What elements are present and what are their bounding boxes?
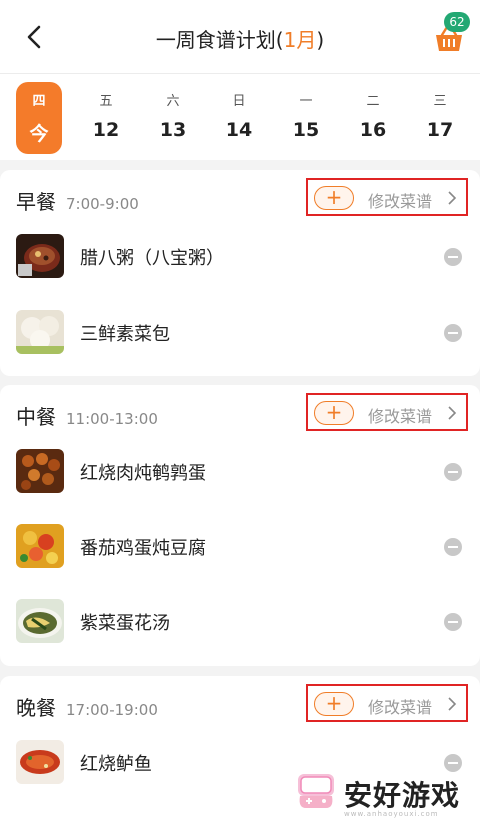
remove-dish-icon[interactable] [444, 248, 462, 266]
day-tab[interactable]: 日 14 [216, 82, 262, 154]
watermark-url: www.anhaoyouxi.com [344, 810, 439, 818]
day-date: 14 [225, 119, 253, 141]
title-month: 1月 [283, 28, 317, 52]
gamepad-logo-icon [298, 774, 334, 808]
dish-row[interactable]: 三鲜素菜包 [0, 302, 480, 362]
dish-row[interactable]: 番茄鸡蛋炖豆腐 [0, 516, 480, 576]
meal-name: 中餐 [16, 405, 56, 429]
watermark-text: 安好游戏 [344, 779, 461, 812]
dish-name: 紫菜蛋花汤 [80, 613, 170, 634]
meal-header: 早餐 7:00-9:00 [16, 186, 139, 216]
day-tab[interactable]: 二 16 [350, 82, 396, 154]
edit-menu-link[interactable]: 修改菜谱 [368, 694, 432, 718]
chevron-right-icon [448, 406, 457, 420]
day-weekday: 六 [166, 94, 180, 109]
day-tab[interactable]: 一 15 [283, 82, 329, 154]
chevron-right-icon [448, 191, 457, 205]
week-day-selector: 四 今 五 12 六 13 日 14 一 15 二 16 三 17 [0, 74, 480, 160]
add-dish-button[interactable]: + [314, 692, 354, 716]
dish-name: 三鲜素菜包 [80, 324, 170, 345]
dish-row[interactable]: 紫菜蛋花汤 [0, 591, 480, 651]
remove-dish-icon[interactable] [444, 538, 462, 556]
day-weekday: 四 [32, 94, 46, 109]
day-weekday: 日 [232, 94, 246, 109]
cart-count-badge: 62 [444, 12, 470, 32]
meal-name: 晚餐 [16, 696, 56, 720]
meal-time: 17:00-19:00 [66, 701, 158, 719]
meal-time: 7:00-9:00 [66, 195, 139, 213]
day-tab[interactable]: 三 17 [417, 82, 463, 154]
day-date: 13 [159, 119, 187, 141]
dish-row[interactable]: 红烧肉炖鹌鹑蛋 [0, 441, 480, 501]
dish-name: 番茄鸡蛋炖豆腐 [80, 538, 206, 559]
braised-pork-thumb [16, 449, 64, 493]
day-tab-today[interactable]: 四 今 [16, 82, 62, 154]
meal-time: 11:00-13:00 [66, 410, 158, 428]
day-weekday: 五 [99, 94, 113, 109]
meal-card-breakfast: 早餐 7:00-9:00 + 修改菜谱 腊八粥（八宝粥） 三鲜素菜包 [0, 170, 480, 376]
remove-dish-icon[interactable] [444, 613, 462, 631]
braised-fish-thumb [16, 740, 64, 784]
dish-name: 腊八粥（八宝粥） [80, 248, 224, 269]
dish-name: 红烧鲈鱼 [80, 754, 152, 775]
day-date: 15 [292, 119, 320, 141]
title-suffix: ) [316, 28, 325, 52]
edit-menu-link[interactable]: 修改菜谱 [368, 188, 432, 212]
dish-row[interactable]: 腊八粥（八宝粥） [0, 226, 480, 286]
day-tab[interactable]: 五 12 [83, 82, 129, 154]
day-tab[interactable]: 六 13 [150, 82, 196, 154]
title-text: 一周食谱计划( [155, 28, 284, 52]
seaweed-soup-thumb [16, 599, 64, 643]
day-weekday: 二 [366, 94, 380, 109]
site-watermark: 安好游戏 www.anhaoyouxi.com [296, 770, 480, 821]
tomato-egg-tofu-thumb [16, 524, 64, 568]
day-date: 12 [92, 119, 120, 141]
page-title: 一周食谱计划(1月) [0, 24, 480, 53]
day-date: 今 [29, 123, 49, 145]
day-date: 17 [426, 119, 454, 141]
steamed-bun-thumb [16, 310, 64, 354]
edit-menu-link[interactable]: 修改菜谱 [368, 403, 432, 427]
chevron-right-icon [448, 697, 457, 711]
day-weekday: 三 [433, 94, 447, 109]
edit-menu-group: + 修改菜谱 [306, 684, 468, 722]
edit-menu-group: + 修改菜谱 [306, 393, 468, 431]
meal-card-lunch: 中餐 11:00-13:00 + 修改菜谱 红烧肉炖鹌鹑蛋 番茄鸡蛋炖豆腐 紫菜蛋… [0, 385, 480, 666]
meal-header: 中餐 11:00-13:00 [16, 401, 158, 431]
congee-dish-thumb [16, 234, 64, 278]
day-date: 16 [359, 119, 387, 141]
top-bar: 一周食谱计划(1月) 62 [0, 0, 480, 74]
meal-header: 晚餐 17:00-19:00 [16, 692, 158, 722]
dish-name: 红烧肉炖鹌鹑蛋 [80, 463, 206, 484]
day-weekday: 一 [299, 94, 313, 109]
remove-dish-icon[interactable] [444, 463, 462, 481]
meal-name: 早餐 [16, 190, 56, 214]
add-dish-button[interactable]: + [314, 186, 354, 210]
add-dish-button[interactable]: + [314, 401, 354, 425]
edit-menu-group: + 修改菜谱 [306, 178, 468, 216]
remove-dish-icon[interactable] [444, 324, 462, 342]
